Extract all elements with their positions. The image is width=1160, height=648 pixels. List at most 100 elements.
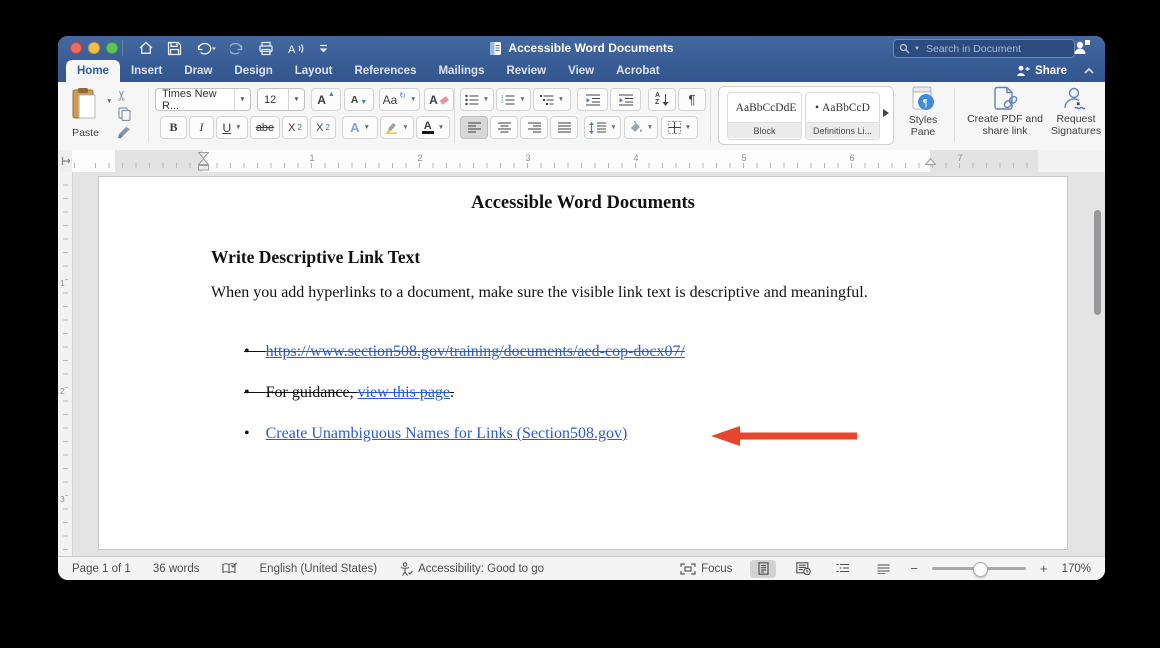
tab-acrobat[interactable]: Acrobat: [605, 60, 670, 82]
tab-home[interactable]: Home: [66, 60, 120, 82]
focus-mode-button[interactable]: Focus: [680, 563, 732, 575]
vertical-ruler[interactable]: 1 2 3: [58, 172, 73, 556]
zoom-out-button[interactable]: −: [910, 561, 918, 576]
tab-references[interactable]: References: [343, 60, 427, 82]
home-icon[interactable]: [138, 38, 154, 58]
highlight-color-button[interactable]: ▼: [380, 116, 414, 139]
style-card-block[interactable]: AaBbCcDdE Block: [727, 92, 802, 140]
font-color-button[interactable]: A▼: [416, 116, 450, 139]
request-signatures-button[interactable]: Request Signatures: [1050, 86, 1102, 137]
search-icon: [899, 43, 910, 54]
undo-button[interactable]: [195, 38, 217, 58]
tab-layout[interactable]: Layout: [284, 60, 344, 82]
search-input[interactable]: [924, 42, 1048, 56]
format-painter-icon[interactable]: [117, 125, 132, 140]
align-right-button[interactable]: [520, 116, 548, 139]
search-dropdown-icon[interactable]: ▼: [914, 46, 920, 52]
document-page[interactable]: Accessible Word Documents Write Descript…: [98, 176, 1068, 550]
zoom-in-button[interactable]: +: [1040, 561, 1048, 576]
font-size-dropdown-icon[interactable]: ▼: [288, 89, 304, 110]
font-size-combo[interactable]: 12▼: [257, 88, 305, 111]
zoom-slider[interactable]: [932, 567, 1026, 570]
clear-formatting-button[interactable]: A: [424, 88, 454, 111]
grow-font-button[interactable]: A▲: [311, 88, 341, 111]
hyperlink-create-unambiguous-names[interactable]: Create Unambiguous Names for Links (Sect…: [266, 425, 628, 442]
bold-button[interactable]: B: [160, 116, 187, 139]
hyperlink-struck-url[interactable]: https://www.section508.gov/training/docu…: [266, 343, 685, 360]
customize-toolbar-icon[interactable]: [318, 38, 329, 58]
print-layout-view-button[interactable]: [750, 560, 776, 578]
paste-dropdown-icon[interactable]: ▼: [106, 98, 112, 105]
shrink-font-button[interactable]: A▼: [344, 88, 374, 111]
page-count[interactable]: Page 1 of 1: [72, 563, 131, 575]
cut-icon[interactable]: ✂: [113, 90, 130, 102]
font-name-dropdown-icon[interactable]: ▼: [234, 89, 250, 110]
zoom-slider-thumb[interactable]: [973, 562, 988, 577]
create-pdf-button[interactable]: Create PDF and share link: [962, 86, 1048, 137]
zoom-window-button[interactable]: [106, 42, 118, 54]
font-name-combo[interactable]: Times New R...▼: [155, 88, 251, 111]
text-effects-button[interactable]: A▼: [342, 116, 378, 139]
horizontal-ruler[interactable]: 1 2 3 4 5 6 7: [58, 150, 1105, 173]
tab-draw[interactable]: Draw: [173, 60, 223, 82]
web-layout-view-button[interactable]: [790, 560, 816, 578]
save-icon[interactable]: [167, 38, 182, 58]
sort-button[interactable]: AZ: [648, 88, 676, 111]
subscript-button[interactable]: X2: [282, 116, 308, 139]
hyperlink-view-this-page[interactable]: view this page: [358, 384, 450, 401]
tab-stop-selector[interactable]: [58, 150, 73, 172]
spellcheck-icon[interactable]: [222, 562, 238, 575]
redo-button[interactable]: [230, 38, 245, 58]
language-status[interactable]: English (United States): [260, 563, 378, 575]
styles-gallery-more-icon[interactable]: [883, 109, 889, 117]
share-button[interactable]: Share: [1016, 65, 1067, 77]
justify-button[interactable]: [550, 116, 578, 139]
document-paragraph: When you add hyperlinks to a document, m…: [211, 279, 911, 308]
right-indent-marker[interactable]: [925, 158, 936, 165]
vertical-scrollbar-thumb[interactable]: [1094, 210, 1101, 315]
title-bar: A Accessible Word Documents ▼: [58, 36, 1105, 60]
numbering-button[interactable]: 12▼: [496, 88, 531, 111]
document-area[interactable]: 1 2 3 Accessible Word Documents Write De…: [58, 172, 1105, 556]
collapse-ribbon-icon[interactable]: [1083, 67, 1095, 75]
borders-button[interactable]: ▼: [661, 116, 698, 139]
align-left-button[interactable]: [460, 116, 488, 139]
tab-mailings[interactable]: Mailings: [427, 60, 495, 82]
document-icon: [489, 41, 502, 56]
read-aloud-icon[interactable]: A: [287, 38, 305, 58]
word-window: A Accessible Word Documents ▼ Home Inser…: [58, 36, 1105, 580]
presence-share-icon[interactable]: [1072, 38, 1092, 56]
tab-design[interactable]: Design: [223, 60, 283, 82]
tab-insert[interactable]: Insert: [120, 60, 173, 82]
close-window-button[interactable]: [70, 42, 82, 54]
paste-button[interactable]: [70, 87, 98, 121]
bullets-button[interactable]: ▼: [460, 88, 494, 111]
status-bar-right: Focus − + 170%: [680, 560, 1091, 578]
show-paragraph-marks-button[interactable]: ¶: [678, 88, 706, 111]
change-case-button[interactable]: Aa↻▼: [379, 88, 420, 111]
copy-icon[interactable]: [118, 107, 131, 121]
strikethrough-button[interactable]: abe: [250, 116, 280, 139]
styles-pane-button[interactable]: ¶ Styles Pane: [898, 86, 948, 138]
accessibility-status[interactable]: Accessibility: Good to go: [399, 562, 544, 576]
zoom-percentage[interactable]: 170%: [1062, 563, 1091, 575]
print-icon[interactable]: [258, 38, 274, 58]
draft-view-button[interactable]: [870, 560, 896, 578]
multilevel-list-button[interactable]: ▼: [533, 88, 571, 111]
style-card-definitions[interactable]: •AaBbCcD Definitions Li...: [805, 92, 880, 140]
decrease-indent-button[interactable]: [577, 88, 608, 111]
underline-button[interactable]: U▼: [216, 116, 248, 139]
search-box[interactable]: ▼: [893, 39, 1075, 58]
word-count[interactable]: 36 words: [153, 563, 200, 575]
line-spacing-button[interactable]: ▼: [584, 116, 621, 139]
minimize-window-button[interactable]: [88, 42, 100, 54]
align-center-button[interactable]: [490, 116, 518, 139]
shading-button[interactable]: ▼: [624, 116, 658, 139]
italic-button[interactable]: I: [189, 116, 214, 139]
increase-indent-button[interactable]: [610, 88, 641, 111]
superscript-button[interactable]: X2: [310, 116, 336, 139]
tab-review[interactable]: Review: [495, 60, 557, 82]
indent-markers[interactable]: [198, 152, 209, 171]
tab-view[interactable]: View: [557, 60, 605, 82]
outline-view-button[interactable]: [830, 560, 856, 578]
